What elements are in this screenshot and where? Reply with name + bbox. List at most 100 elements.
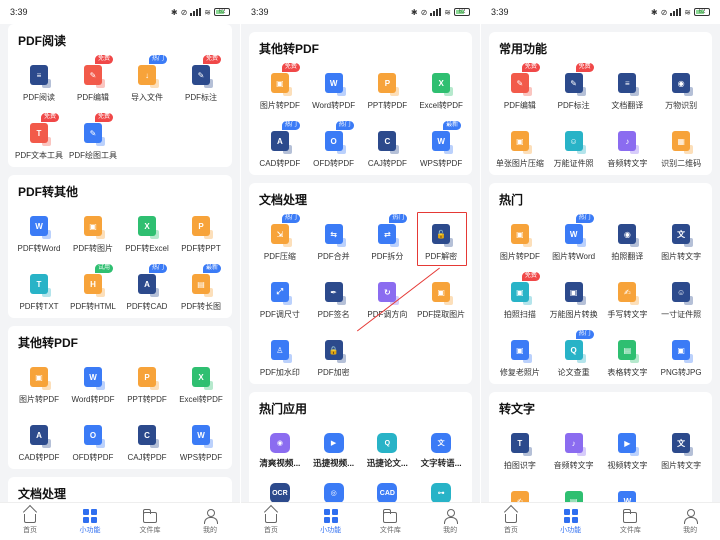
tool-item[interactable]: ✎ 免费 PDF编辑 [493,63,547,113]
app-item[interactable]: ⊶迅捷思维... [414,477,468,502]
tool-item[interactable]: ✎ 免费 PDF标注 [547,63,601,113]
tool-item[interactable]: ▣ PDF转图片 [66,206,120,256]
tool-item[interactable]: ⇆ PDF合并 [307,214,361,264]
tool-item[interactable]: T 免费 PDF文本工具 [12,113,66,163]
tool-item[interactable]: ▣ PNG转JPG [654,330,708,380]
pdf-read-icon: ≡ [30,65,51,88]
tool-label: 一寸证件照 [661,310,702,319]
tool-item[interactable]: ▣ PDF提取图片 [414,272,468,322]
tool-item[interactable]: ≡ 文档翻译 [601,63,655,113]
pdf-to-html-icon: H [84,274,105,297]
tab-mine[interactable]: 我的 [420,503,480,540]
folder-icon [143,508,157,523]
tool-item[interactable]: 🔒 PDF加密 [307,330,361,380]
tool-item[interactable]: O OFD转PDF [66,415,120,465]
tab-files[interactable]: 文件库 [361,503,421,540]
tool-item[interactable]: ✍手写转文字 [493,481,547,502]
tool-item[interactable]: ▣ 图片转PDF [12,357,66,407]
tool-item[interactable]: H 试用 PDF转HTML [66,264,120,314]
tool-item[interactable]: A 热门 CAD转PDF [253,121,307,171]
tool-item[interactable]: ☺ 一寸证件照 [654,272,708,322]
tool-item[interactable]: C CAJ转PDF [361,121,415,171]
one-inch-photo-icon: ☺ [672,282,694,305]
tool-item[interactable]: ▣ 免费 图片转PDF [253,63,307,113]
tool-item[interactable]: ↓ 热门 导入文件 [120,55,174,105]
panel-3-scroll[interactable]: 常用功能 ✎ 免费 PDF编辑 ✎ 免费 PDF标注 ≡ 文档翻译 ◉ 万物识别 ▣ 单张图片压缩 ☺ 万能… [481,24,720,502]
tool-item[interactable]: ✎ 免费 PDF标注 [174,55,228,105]
tool-item[interactable]: ◉ 拍照翻译 [601,214,655,264]
tab-home[interactable]: 首页 [481,503,541,540]
tool-item[interactable]: ♪ 音频转文字 [601,121,655,171]
tool-item[interactable]: P PPT转PDF [120,357,174,407]
tool-item[interactable]: W WPS转PDF [174,415,228,465]
tool-item[interactable]: ♙ PDF加水印 [253,330,307,380]
tab-home[interactable]: 首页 [0,503,60,540]
panel-1-scroll[interactable]: PDF阅读 ≡ PDF阅读 ✎ 免费 PDF编辑 ↓ 热门 导入文件 ✎ 免费 PDF标注 T 免费 PDF… [0,24,240,502]
tab-tools[interactable]: 小功能 [541,503,601,540]
tool-item[interactable]: ✎ 免费 PDF编辑 [66,55,120,105]
tool-item[interactable]: ▣ 万能图片转换 [547,272,601,322]
app-item[interactable]: OCR迅捷文字... [253,477,307,502]
tool-item[interactable]: T 拍图识字 [493,423,547,473]
tool-item[interactable]: ▤ 最新 PDF转长图 [174,264,228,314]
tool-item[interactable]: O 热门 OFD转PDF [307,121,361,171]
tool-item[interactable]: ▦ 识别二维码 [654,121,708,171]
tool-item[interactable]: C CAJ转PDF [120,415,174,465]
tool-item[interactable]: ⇲ 热门 PDF压缩 [253,214,307,264]
app-item[interactable]: Q 迅捷论文... [361,427,415,469]
tab-home[interactable]: 首页 [241,503,301,540]
app-item[interactable]: ◉ 清爽视频... [253,427,307,469]
tool-item[interactable]: ≡ PDF阅读 [12,55,66,105]
tool-item[interactable]: ▣ 修复老照片 [493,330,547,380]
tool-item[interactable]: Q 热门 论文查重 [547,330,601,380]
tab-mine[interactable]: 我的 [660,503,720,540]
tool-item[interactable]: 🔓 PDF解密 [414,214,468,264]
app-item[interactable]: ▶ 迅捷视频... [307,427,361,469]
app-item[interactable]: ◎迅捷录屏... [307,477,361,502]
tab-files[interactable]: 文件库 [601,503,661,540]
tab-label: 文件库 [619,526,641,534]
tool-item[interactable]: ✍手写转文字 [601,272,655,322]
tool-item[interactable]: ▶ 视频转文字 [601,423,655,473]
tool-item[interactable]: T PDF转TXT [12,264,66,314]
tab-files[interactable]: 文件库 [120,503,180,540]
tab-label: 首页 [503,526,518,534]
tab-tools[interactable]: 小功能 [60,503,120,540]
tool-item[interactable]: A 热门 PDF转CAD [120,264,174,314]
tool-item[interactable]: ⇄ 热门 PDF拆分 [361,214,415,264]
tab-tools[interactable]: 小功能 [301,503,361,540]
tool-item[interactable]: X Excel转PDF [414,63,468,113]
tool-item[interactable]: ☺ 万能证件照 [547,121,601,171]
tool-item[interactable]: ◉ 万物识别 [654,63,708,113]
tool-item[interactable]: 文图片转文字 [654,423,708,473]
panel-2-scroll[interactable]: 其他转PDF ▣ 免费 图片转PDF W Word转PDF P PPT转PDF X Excel转P… [241,24,480,502]
tool-item[interactable]: ▣ 单张图片压缩 [493,121,547,171]
image-convert-icon: ▣ [564,282,586,305]
tool-item[interactable]: P PDF转PPT [174,206,228,256]
tool-item[interactable]: W PDF转Word [12,206,66,256]
tool-item[interactable]: X PDF转Excel [120,206,174,256]
app-item[interactable]: 文文字转语... [414,427,468,469]
tool-item[interactable]: A CAD转PDF [12,415,66,465]
tool-item[interactable]: X Excel转PDF [174,357,228,407]
tool-item[interactable]: ▣ 图片转PDF [493,214,547,264]
tool-item[interactable]: 文图片转文字 [654,214,708,264]
tool-item[interactable]: ⤢ PDF调尺寸 [253,272,307,322]
tool-item[interactable]: ▤表格转文字 [547,481,601,502]
tool-item[interactable]: ▤表格转文字 [601,330,655,380]
tool-item[interactable]: ✎ 免费 PDF绘图工具 [66,113,120,163]
tool-item[interactable]: ↻ PDF调方向 [361,272,415,322]
tool-item[interactable]: W图片转Word [601,481,655,502]
tool-item[interactable]: ♪ 音频转文字 [547,423,601,473]
tab-mine[interactable]: 我的 [180,503,240,540]
tool-item[interactable]: P PPT转PDF [361,63,415,113]
tool-item[interactable]: ✒ PDF签名 [307,272,361,322]
tool-grid: ▣ 图片转PDF W 热门 图片转Word ◉ 拍照翻译文图片转文字 ▣ 免费 拍照扫描 ▣ 万能图片… [493,214,708,380]
tool-item[interactable]: W 最新 WPS转PDF [414,121,468,171]
tool-item[interactable]: ▣ 免费 拍照扫描 [493,272,547,322]
tool-label: CAD转PDF [18,453,60,462]
tool-item[interactable]: W Word转PDF [66,357,120,407]
app-item[interactable]: CAD迅捷CA... [361,477,415,502]
tool-item[interactable]: W Word转PDF [307,63,361,113]
tool-item[interactable]: W 热门 图片转Word [547,214,601,264]
